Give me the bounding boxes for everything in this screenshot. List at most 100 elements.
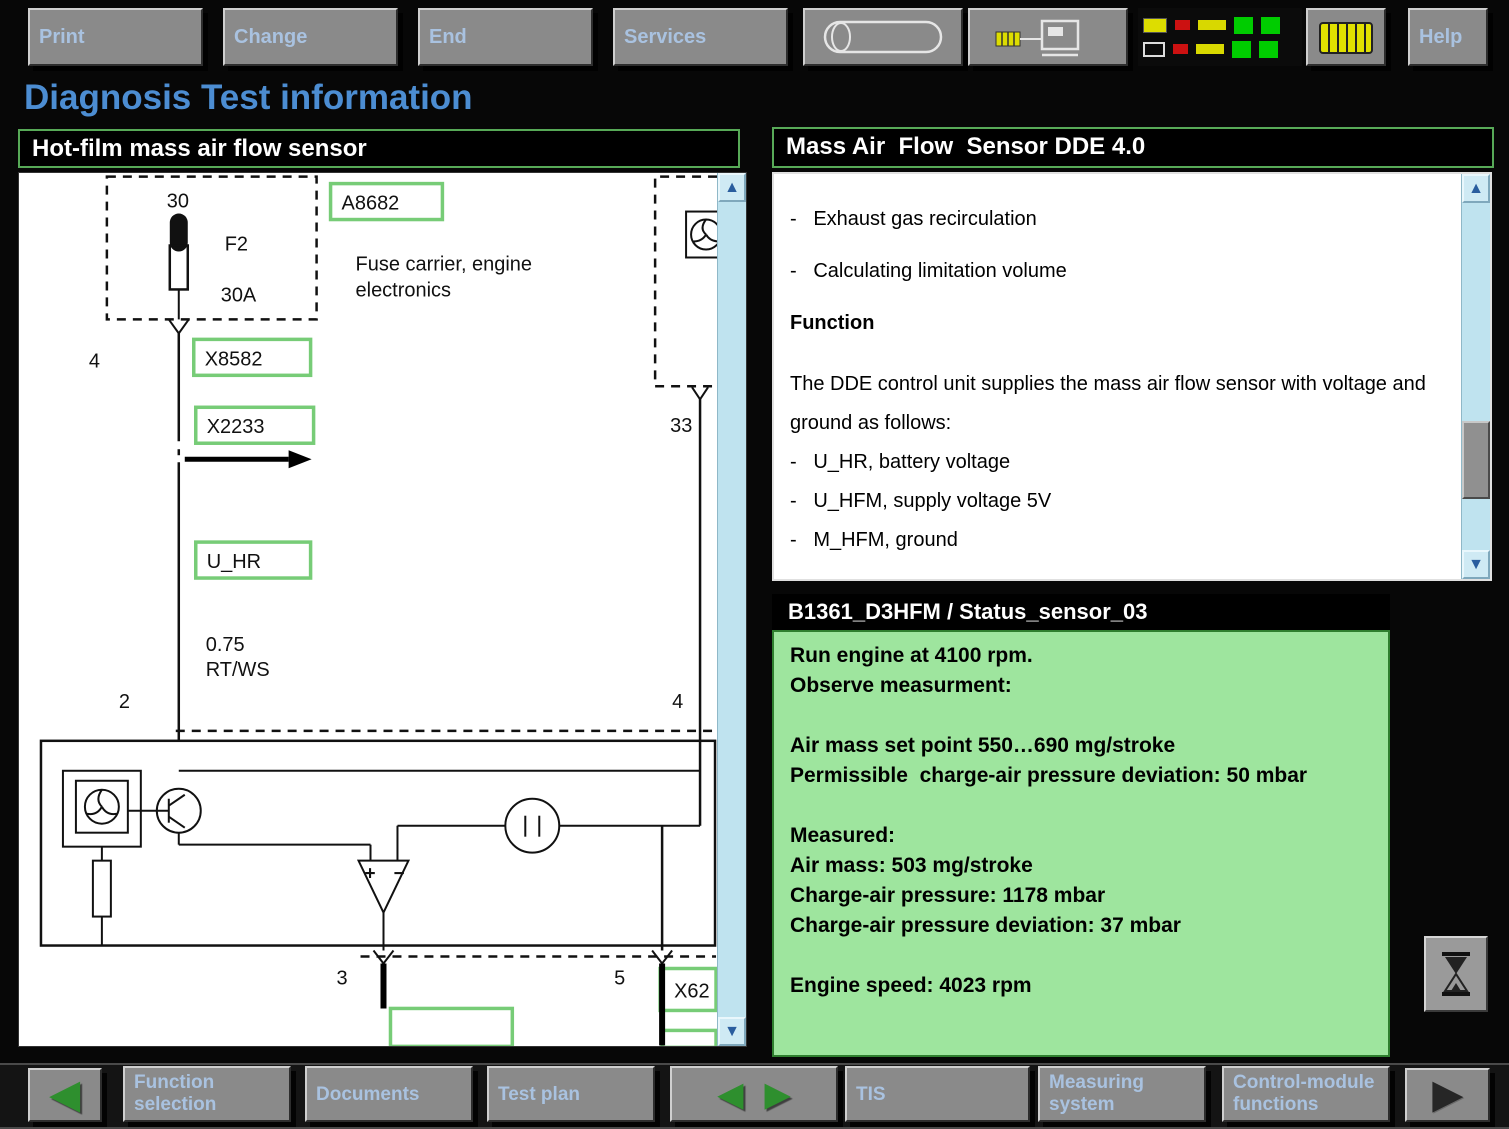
function-selection-label: Function selection xyxy=(134,1072,280,1116)
x62-label: X62 xyxy=(674,980,710,1002)
status-line: Measured: xyxy=(790,821,1372,851)
status-indicator-row xyxy=(1138,17,1302,34)
pin-chevron xyxy=(692,387,708,399)
capsule-tool-button[interactable] xyxy=(803,8,963,66)
red-led xyxy=(1175,20,1190,30)
sensor-element xyxy=(63,771,141,847)
green-led xyxy=(1261,17,1280,34)
wiring-diagram-panel: 30 F2 30A 4 A8682 Fuse carrier, engine e… xyxy=(18,172,747,1047)
page-forward-arrow-icon: ▶ xyxy=(765,1082,790,1106)
info-bullet: - M_HFM, ground xyxy=(790,521,1449,560)
connection-tool-button[interactable] xyxy=(968,8,1128,66)
info-panel-header: Mass Air Flow Sensor DDE 4.0 xyxy=(772,127,1494,168)
measurement-result-box: Run engine at 4100 rpm. Observe measurme… xyxy=(772,630,1390,1057)
red-led xyxy=(1173,44,1188,54)
pin-3-label: 3 xyxy=(337,967,348,989)
busy-indicator xyxy=(1424,936,1488,1012)
svg-text:−: − xyxy=(393,864,404,885)
info-scroll-down-button[interactable]: ▼ xyxy=(1462,550,1490,579)
component-link-a8682[interactable]: A8682 xyxy=(331,184,443,220)
measuring-system-button[interactable]: Measuring system xyxy=(1038,1066,1206,1122)
connector-link-partial[interactable] xyxy=(662,1030,716,1046)
wire-size-label: 0.75 xyxy=(206,634,245,656)
back-button[interactable]: ◀ xyxy=(28,1068,102,1122)
svg-text:+: + xyxy=(365,864,376,885)
connector-mini-icon xyxy=(1143,18,1167,33)
status-line: Engine speed: 4023 rpm xyxy=(790,971,1372,1001)
pin-33-label: 33 xyxy=(670,415,692,437)
tis-label: TIS xyxy=(856,1084,886,1106)
control-module-functions-button[interactable]: Control-module functions xyxy=(1222,1066,1390,1122)
page-back-arrow-icon: ◀ xyxy=(718,1082,743,1106)
services-button-label: Services xyxy=(624,26,706,48)
connector-link-x8582[interactable]: X8582 xyxy=(194,339,311,375)
diagram-scrollbar[interactable]: ▲ ▼ xyxy=(717,173,746,1046)
wire-color-label: RT/WS xyxy=(206,659,270,681)
documents-label: Documents xyxy=(316,1084,419,1106)
diagnosis-screen: Print Change End Services xyxy=(0,0,1509,1129)
fuse-name-label: F2 xyxy=(225,233,248,255)
status-line: Air mass set point 550…690 mg/stroke xyxy=(790,731,1372,761)
diagram-panel-title: Hot-film mass air flow sensor xyxy=(32,135,367,162)
info-text: - Exhaust gas recirculation - Calculatin… xyxy=(774,174,1461,579)
green-led xyxy=(1259,41,1278,58)
forward-button[interactable]: ▶ xyxy=(1405,1068,1490,1122)
component-description-line1: Fuse carrier, engine xyxy=(356,253,532,275)
help-button[interactable]: Help xyxy=(1408,8,1488,66)
status-line: Observe measurment: xyxy=(790,671,1372,701)
tis-button[interactable]: TIS xyxy=(845,1066,1030,1122)
diagram-scroll-up-button[interactable]: ▲ xyxy=(718,173,746,202)
capsule-icon xyxy=(817,16,949,58)
services-button[interactable]: Services xyxy=(613,8,788,66)
info-scroll-up-button[interactable]: ▲ xyxy=(1462,174,1490,203)
hourglass-icon xyxy=(1438,951,1474,997)
print-button[interactable]: Print xyxy=(28,8,203,66)
x8582-label: X8582 xyxy=(205,348,263,370)
diagram-scrollbar-track[interactable] xyxy=(718,202,746,1017)
green-led xyxy=(1232,41,1251,58)
change-button-label: Change xyxy=(234,26,307,48)
info-paragraph: The DDE control unit supplies the mass a… xyxy=(790,365,1449,443)
forward-arrow-icon: ▶ xyxy=(1433,1076,1462,1114)
yellow-led xyxy=(1196,44,1224,54)
info-scrollbar-track[interactable] xyxy=(1462,203,1490,550)
resistor-symbol xyxy=(93,861,111,917)
diagram-scroll-down-button[interactable]: ▼ xyxy=(718,1017,746,1046)
change-button[interactable]: Change xyxy=(223,8,398,66)
pin-chevron xyxy=(169,319,189,333)
status-panel-header: B1361_D3HFM / Status_sensor_03 xyxy=(772,594,1390,630)
info-heading-function: Function xyxy=(790,304,1449,343)
connector-link-partial[interactable] xyxy=(390,1008,512,1046)
component-description-line2: electronics xyxy=(356,279,451,301)
arrow-down-icon: ▼ xyxy=(724,1024,740,1040)
function-selection-button[interactable]: Function selection xyxy=(123,1066,291,1122)
status-line: Charge-air pressure: 1178 mbar xyxy=(790,881,1372,911)
documents-button[interactable]: Documents xyxy=(305,1066,473,1122)
info-bullet: - Exhaust gas recirculation xyxy=(790,200,1449,239)
measuring-system-label: Measuring system xyxy=(1049,1072,1195,1116)
status-line: Charge-air pressure deviation: 37 mbar xyxy=(790,911,1372,941)
diagnostic-plug-button[interactable] xyxy=(1306,8,1386,66)
status-line xyxy=(790,791,1372,821)
yellow-led xyxy=(1198,20,1226,30)
measuring-cell-symbol xyxy=(505,799,559,853)
info-scrollbar[interactable]: ▲ ▼ xyxy=(1461,174,1490,579)
pin-2-label: 2 xyxy=(119,691,130,713)
connector-link-x2233[interactable]: X2233 xyxy=(196,407,314,443)
info-scrollbar-thumb[interactable] xyxy=(1462,421,1490,499)
arrow-up-icon: ▲ xyxy=(724,180,740,196)
info-panel-title: Mass Air Flow Sensor DDE 4.0 xyxy=(786,133,1145,160)
status-indicator-panel xyxy=(1138,8,1302,66)
help-button-label: Help xyxy=(1419,26,1462,48)
page-back-forward-button[interactable]: ◀ ▶ xyxy=(670,1066,838,1122)
signal-link-u-hr[interactable]: U_HR xyxy=(196,542,311,578)
right-component-outline xyxy=(655,177,717,387)
module-mini-icon xyxy=(1143,42,1165,57)
back-arrow-icon: ◀ xyxy=(50,1076,79,1114)
end-button[interactable]: End xyxy=(418,8,593,66)
info-bullet: - U_HFM, supply voltage 5V xyxy=(790,482,1449,521)
diagram-panel-header: Hot-film mass air flow sensor xyxy=(18,129,740,168)
arrow-up-icon: ▲ xyxy=(1468,181,1484,197)
test-plan-button[interactable]: Test plan xyxy=(487,1066,655,1122)
wiring-diagram: 30 F2 30A 4 A8682 Fuse carrier, engine e… xyxy=(19,173,717,1046)
